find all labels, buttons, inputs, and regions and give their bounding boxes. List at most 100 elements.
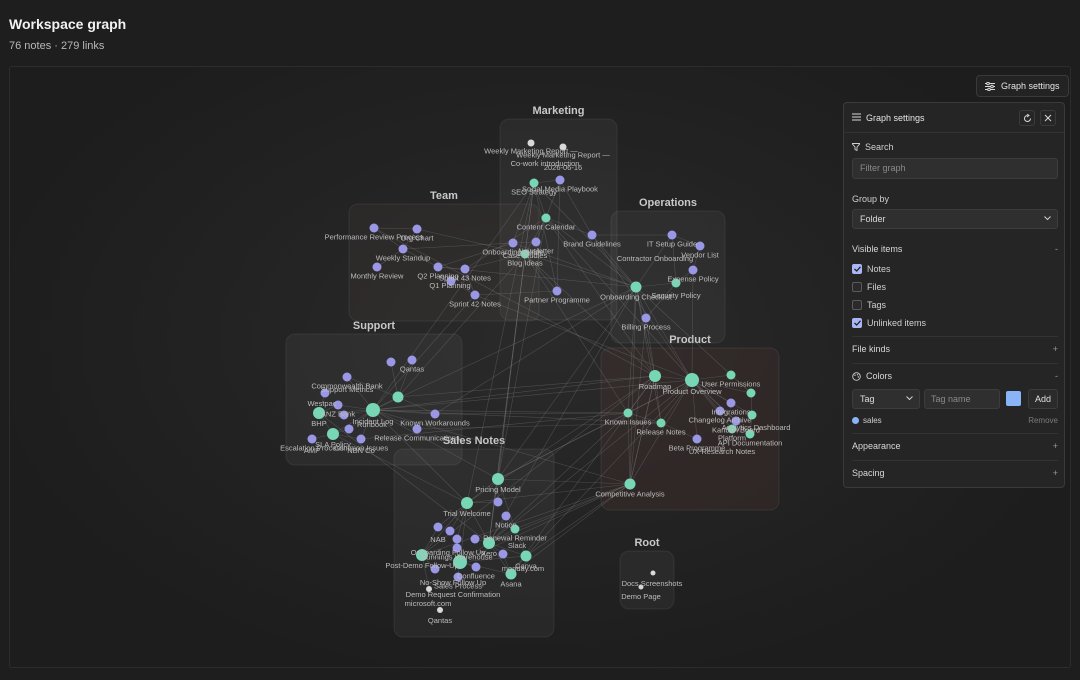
graph-node[interactable]	[520, 550, 532, 562]
graph-node[interactable]	[656, 418, 666, 428]
color-type-select[interactable]: Tag	[852, 389, 920, 409]
color-rule: sales Remove	[852, 415, 1058, 427]
add-color-button[interactable]: Add	[1028, 389, 1058, 409]
graph-node[interactable]	[541, 213, 551, 223]
visible-item-unlinked-items[interactable]: Unlinked items	[852, 317, 926, 329]
node-label: Product Overview	[662, 387, 722, 396]
graph-node[interactable]	[649, 370, 661, 382]
graph-node[interactable]	[433, 522, 443, 532]
node-label: Asana	[500, 580, 522, 589]
graph-node[interactable]	[688, 265, 698, 275]
graph-node[interactable]	[452, 534, 462, 544]
color-dot	[852, 417, 859, 424]
file-kinds-section[interactable]: File kinds +	[852, 344, 1058, 358]
checkbox[interactable]	[852, 264, 862, 274]
node-label: Docs Screenshots	[622, 579, 683, 588]
graph-node[interactable]	[356, 434, 366, 444]
graph-node[interactable]	[386, 357, 396, 367]
graph-node[interactable]	[555, 175, 565, 185]
node-label: Runbook	[357, 420, 387, 429]
appearance-section[interactable]: Appearance +	[852, 441, 1058, 455]
graph-node[interactable]	[471, 562, 481, 572]
graph-node[interactable]	[527, 139, 535, 147]
graph-node[interactable]	[430, 409, 440, 419]
visible-items-section[interactable]: Visible items -	[852, 244, 1058, 258]
group-label: Marketing	[533, 105, 585, 117]
filter-graph-input[interactable]: Filter graph	[852, 158, 1058, 179]
close-button[interactable]	[1040, 110, 1056, 126]
graph-node[interactable]	[342, 372, 352, 382]
node-label: Org Chart	[401, 234, 435, 243]
node-label: NBN Co	[347, 446, 375, 455]
graph-node[interactable]	[372, 262, 382, 272]
colors-section[interactable]: Colors -	[866, 371, 1058, 385]
graph-node[interactable]	[623, 408, 633, 418]
group-by-select[interactable]: Folder	[852, 209, 1058, 229]
graph-node[interactable]	[445, 526, 455, 536]
node-label: Qantas	[428, 616, 452, 625]
graph-canvas[interactable]: Marketing Team Operations Support Product Sal…	[9, 66, 1071, 668]
graph-node[interactable]	[746, 388, 756, 398]
node-label: Demo Request Confirmation	[406, 590, 501, 599]
graph-node[interactable]	[407, 355, 417, 365]
visible-item-notes[interactable]: Notes	[852, 263, 891, 275]
divider	[852, 460, 1058, 461]
spacing-toggle[interactable]: +	[1053, 468, 1058, 478]
color-swatch[interactable]	[1006, 391, 1021, 406]
checkbox-label: Notes	[867, 264, 891, 274]
graph-node[interactable]	[624, 478, 636, 490]
visible-items-toggle[interactable]: -	[1055, 244, 1058, 254]
graph-node[interactable]	[498, 549, 508, 559]
checkbox-label: Files	[867, 282, 887, 292]
appearance-toggle[interactable]: +	[1053, 441, 1058, 451]
graph-node[interactable]	[726, 370, 736, 380]
graph-settings-panel: Graph settings Search Filter graph Group…	[843, 102, 1065, 488]
graph-node[interactable]	[692, 434, 702, 444]
node-label: Brand Guidelines	[563, 240, 621, 249]
tag-name-input[interactable]: Tag name	[924, 389, 1000, 409]
graph-node[interactable]	[726, 398, 736, 408]
graph-node[interactable]	[667, 230, 677, 240]
graph-node[interactable]	[650, 570, 656, 576]
node-label: Onboarding Follow Up	[411, 548, 486, 557]
graph-node[interactable]	[685, 373, 699, 387]
checkbox[interactable]	[852, 300, 862, 310]
node-label: Analytics Dashboard	[722, 423, 791, 432]
node-label: Contractor Onboarding	[617, 254, 693, 263]
graph-node[interactable]	[587, 230, 597, 240]
graph-node[interactable]	[470, 290, 480, 300]
checkbox[interactable]	[852, 282, 862, 292]
graph-node[interactable]	[492, 473, 504, 485]
graph-node[interactable]	[460, 264, 470, 274]
graph-node[interactable]	[552, 286, 562, 296]
graph-settings-button[interactable]: Graph settings	[976, 75, 1069, 97]
visible-item-tags[interactable]: Tags	[852, 299, 886, 311]
graph-node[interactable]	[366, 403, 380, 417]
graph-node[interactable]	[508, 238, 518, 248]
colors-toggle[interactable]: -	[1055, 371, 1058, 381]
graph-node[interactable]	[461, 497, 473, 509]
graph-node[interactable]	[501, 511, 511, 521]
graph-node[interactable]	[470, 534, 480, 544]
checkbox[interactable]	[852, 318, 862, 328]
graph-node[interactable]	[493, 497, 503, 507]
graph-node[interactable]	[369, 223, 379, 233]
graph-node[interactable]	[392, 391, 404, 403]
checkbox-label: Unlinked items	[867, 318, 927, 328]
graph-node[interactable]	[433, 262, 443, 272]
spacing-section[interactable]: Spacing +	[852, 468, 1058, 482]
panel-header: Graph settings	[844, 103, 1064, 133]
file-kinds-toggle[interactable]: +	[1053, 344, 1058, 354]
graph-node[interactable]	[398, 244, 408, 254]
graph-node[interactable]	[641, 313, 651, 323]
check-icon	[853, 320, 861, 326]
visible-item-files[interactable]: Files	[852, 281, 886, 293]
graph-node[interactable]	[531, 237, 541, 247]
chevron-down-icon	[906, 396, 913, 401]
reset-button[interactable]	[1019, 110, 1035, 126]
node-label: AMP	[304, 446, 320, 455]
graph-node[interactable]	[630, 281, 642, 293]
graph-node[interactable]	[327, 428, 339, 440]
remove-rule-button[interactable]: Remove	[1028, 416, 1058, 425]
tag-name-placeholder: Tag name	[931, 394, 971, 404]
